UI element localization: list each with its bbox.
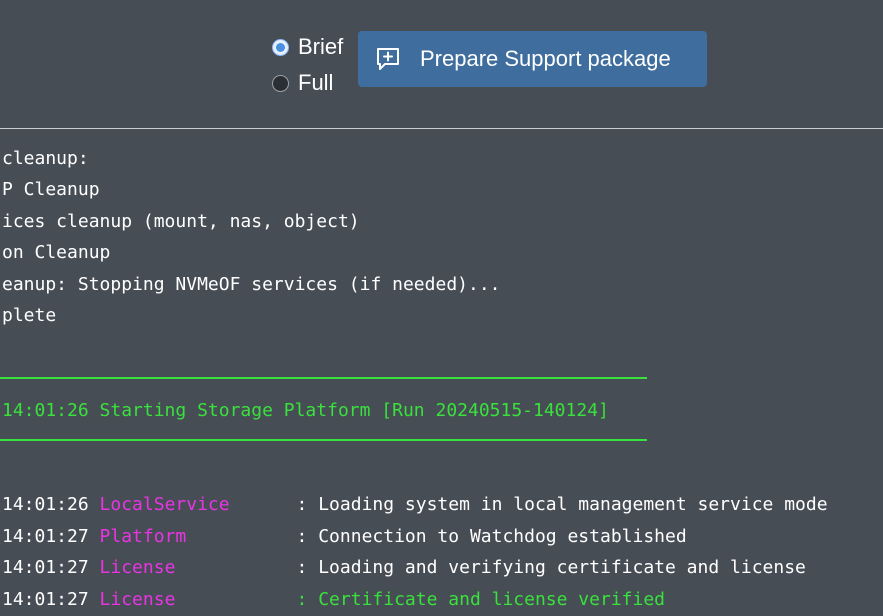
log-entry-time: 14:01:27 <box>2 526 89 547</box>
log-entry: 14:01:27 License : Certificate and licens… <box>2 588 665 612</box>
log-entry-message: : Connection to Watchdog established <box>296 526 687 547</box>
radio-full-label[interactable]: Full <box>298 70 333 96</box>
radio-full[interactable]: Full <box>272 65 343 101</box>
log-line: cleanup: <box>2 148 89 169</box>
banner-separator-bottom <box>0 439 647 441</box>
log-entry-source: License <box>99 557 176 578</box>
log-entry-source: Platform <box>99 526 187 547</box>
log-entry-message: : Certificate and license verified <box>296 589 666 610</box>
radio-brief-indicator[interactable] <box>272 38 289 56</box>
toolbar-divider <box>0 128 883 129</box>
log-entry-message: : Loading and verifying certificate and … <box>296 557 806 578</box>
log-banner: 14:01:26 Starting Storage Platform [Run … <box>2 400 609 421</box>
log-entry: 14:01:26 LocalService : Loading system in… <box>2 493 828 517</box>
prepare-support-package-label: Prepare Support package <box>420 46 671 71</box>
radio-full-indicator[interactable] <box>272 74 289 92</box>
log-entry-time: 14:01:27 <box>2 557 89 578</box>
radio-brief-label[interactable]: Brief <box>298 34 343 60</box>
log-line: on Cleanup <box>2 242 111 263</box>
log-entry-time: 14:01:26 <box>2 494 89 515</box>
log-line: plete <box>2 305 57 326</box>
log-line: eanup: Stopping NVMeOF services (if need… <box>2 274 501 295</box>
log-entry-source: LocalService <box>99 494 230 515</box>
log-entry-message: : Loading system in local management ser… <box>296 494 828 515</box>
log-line: P Cleanup <box>2 179 100 200</box>
log-entry: 14:01:27 Platform : Connection to Watchdo… <box>2 525 687 549</box>
prepare-support-package-button[interactable]: Prepare Support package <box>358 31 707 87</box>
banner-separator-top <box>0 377 647 379</box>
toolbar: Brief Full Prepare Support package <box>0 0 883 128</box>
mode-radio-group: Brief Full <box>272 29 343 101</box>
log-entry-time: 14:01:27 <box>2 589 89 610</box>
log-entry-source: License <box>99 589 176 610</box>
log-line: ices cleanup (mount, nas, object) <box>2 211 360 232</box>
log-output: cleanup: P Cleanup ices cleanup (mount, … <box>0 143 883 610</box>
message-plus-icon <box>375 46 401 72</box>
radio-brief[interactable]: Brief <box>272 29 343 65</box>
log-entry: 14:01:27 License : Loading and verifying … <box>2 556 806 580</box>
